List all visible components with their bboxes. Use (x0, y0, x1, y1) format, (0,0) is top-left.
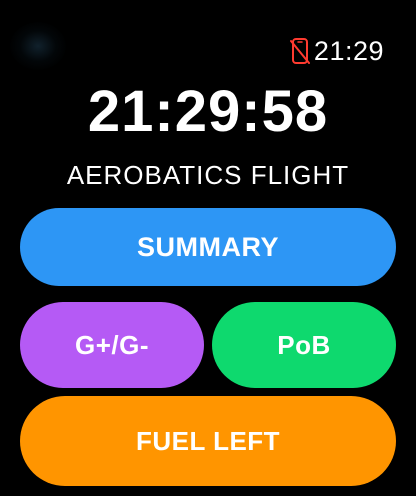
pob-button[interactable]: PoB (212, 302, 396, 388)
g-force-button[interactable]: G+/G- (20, 302, 204, 388)
background-glow (10, 22, 66, 70)
pob-button-label: PoB (277, 329, 331, 360)
phone-disconnected-icon (289, 38, 310, 64)
flight-title: AEROBATICS FLIGHT (66, 160, 350, 190)
g-force-button-label: G+/G- (74, 329, 149, 360)
status-time: 21:29 (313, 36, 384, 66)
main-clock: 21:29:58 (87, 79, 329, 144)
fuel-left-button-label: FUEL LEFT (135, 425, 281, 456)
fuel-left-button[interactable]: FUEL LEFT (20, 396, 396, 486)
summary-button[interactable]: SUMMARY (20, 208, 396, 286)
status-bar: 21:29 (289, 34, 384, 68)
summary-button-label: SUMMARY (137, 231, 279, 262)
